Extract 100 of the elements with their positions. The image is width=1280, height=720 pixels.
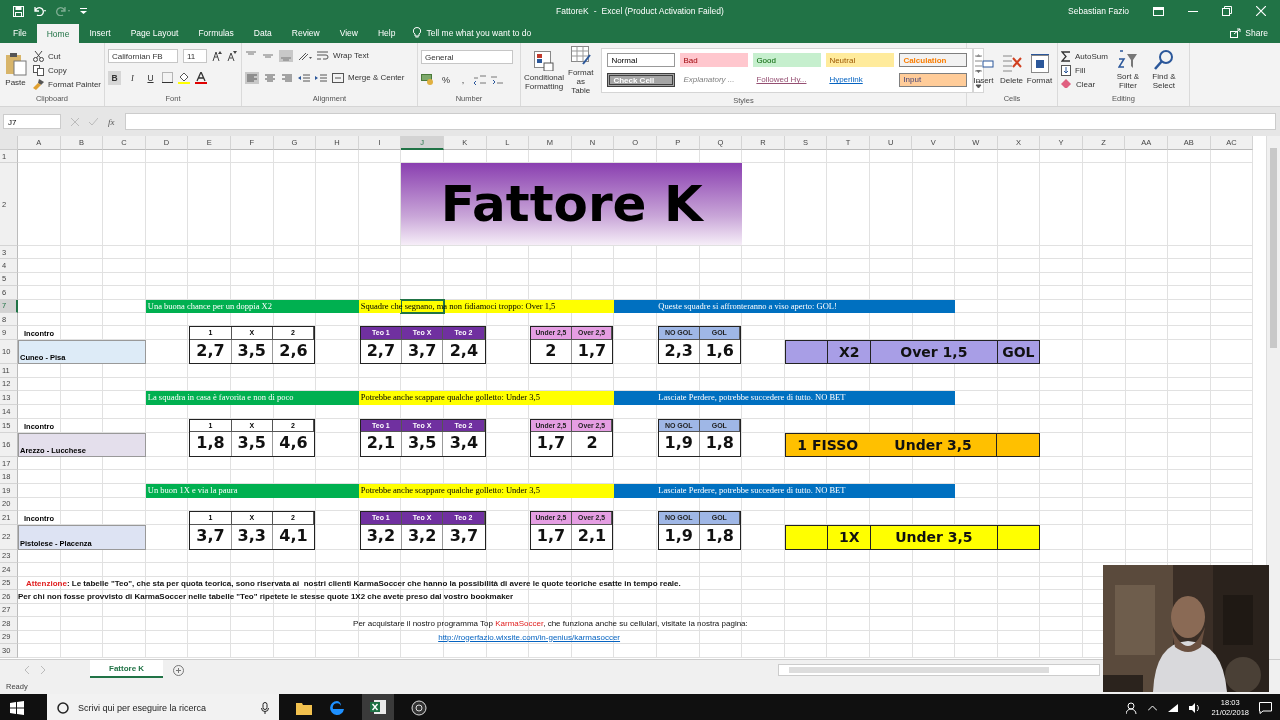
clipboard-icon: [4, 52, 27, 77]
sort-filter-button[interactable]: Sort & Filter: [1111, 49, 1144, 91]
odds-value: 4,6: [278, 432, 309, 455]
spreadsheet-app-icon[interactable]: [370, 699, 386, 715]
brush-icon: [33, 78, 45, 90]
fill-color-icon[interactable]: [178, 71, 190, 84]
format-as-table-button[interactable]: Format as Table: [568, 46, 594, 96]
recorder-icon[interactable]: [411, 700, 427, 716]
note-text: Attenzione: Le tabelle "Teo", che sta per quota teorica, sono riservata ai nostri clienti KarmaSoccer che hanno la possibilità di avere le quote teoriche esatte in tempo reale.: [25, 577, 682, 590]
horizontal-scrollbar[interactable]: [778, 664, 1100, 676]
copy-button[interactable]: Copy: [33, 64, 101, 76]
customize-icon[interactable]: [80, 7, 87, 15]
save-icon[interactable]: [13, 5, 24, 17]
format-button[interactable]: Format: [1026, 54, 1053, 86]
formula-input[interactable]: [124, 113, 1276, 130]
find-select-button[interactable]: Find & Select: [1147, 49, 1180, 91]
odds-value: 2,4: [448, 339, 480, 362]
paste-button[interactable]: Paste: [3, 52, 29, 88]
ribbon-tab[interactable]: File: [3, 22, 37, 43]
folder-icon[interactable]: [296, 701, 312, 715]
decrease-decimal-icon[interactable]: [491, 74, 503, 85]
increase-indent-icon[interactable]: [315, 72, 327, 83]
cell-style[interactable]: Followed Hy...: [753, 72, 822, 87]
insert-function-button[interactable]: fx: [108, 116, 115, 127]
name-box[interactable]: J7: [3, 114, 61, 129]
cell-style[interactable]: Input: [899, 72, 968, 87]
ribbon-tab[interactable]: Home: [36, 24, 80, 43]
user-name[interactable]: Sebastian Fazio: [1068, 6, 1129, 16]
percent-button[interactable]: %: [440, 74, 452, 85]
merge-center-button[interactable]: Merge & Center: [332, 72, 405, 83]
odds-value: 1,8: [190, 432, 232, 456]
odds-value: 1,7: [576, 339, 608, 362]
orientation-icon[interactable]: [298, 50, 312, 61]
sort-filter-icon: [1117, 49, 1138, 70]
borders-icon[interactable]: [162, 72, 173, 83]
odds-value: 3,7: [402, 339, 444, 363]
fill-button[interactable]: Fill: [1061, 65, 1108, 76]
insert-button[interactable]: Insert: [970, 54, 997, 86]
increase-decimal-icon[interactable]: [474, 74, 486, 85]
ribbon-tab[interactable]: Formulas: [188, 22, 244, 43]
verdict-cell: X2: [827, 340, 871, 363]
grow-font-icon[interactable]: [212, 50, 222, 61]
ribbon-tab[interactable]: Page Layout: [120, 22, 189, 43]
title-separator: -: [593, 6, 597, 16]
ribbon-tab[interactable]: Data: [243, 22, 282, 43]
restore-icon[interactable]: [1222, 6, 1232, 16]
italic-button[interactable]: I: [126, 70, 139, 85]
network-icon[interactable]: [1167, 703, 1180, 713]
ribbon-tab[interactable]: View: [329, 22, 368, 43]
conditional-formatting-button[interactable]: Conditional Formatting: [524, 50, 565, 91]
decrease-indent-icon[interactable]: [298, 72, 310, 83]
clear-button[interactable]: Clear: [1061, 79, 1108, 89]
odds-value: 1,7: [531, 432, 572, 456]
volume-icon[interactable]: [1189, 703, 1202, 713]
autosum-button[interactable]: AutoSum: [1061, 51, 1108, 62]
close-icon[interactable]: [1256, 6, 1266, 16]
verdict-cell-text: 1 FISSO: [796, 435, 860, 455]
browser-icon[interactable]: [329, 700, 345, 716]
sheet-tab[interactable]: Fattore K: [90, 660, 164, 678]
ribbon-tab[interactable]: Review: [281, 22, 330, 43]
wrap-text-button[interactable]: Wrap Text: [317, 50, 369, 61]
align-left-icon[interactable]: [245, 71, 259, 84]
number-format-field[interactable]: General: [421, 50, 513, 64]
ribbon-tab[interactable]: Insert: [79, 22, 121, 43]
cell-style[interactable]: Good: [753, 53, 822, 68]
cell-style[interactable]: Explanatory ...: [680, 72, 749, 87]
chevron-up-icon[interactable]: [1148, 705, 1158, 711]
underline-button[interactable]: U: [144, 70, 157, 85]
bold-button[interactable]: B: [108, 70, 121, 85]
ribbon-tab[interactable]: Help: [367, 22, 406, 43]
cell-style[interactable]: Bad: [680, 53, 749, 68]
font-name-field[interactable]: Californian FB: [108, 48, 178, 63]
odds-value: 2,7: [190, 339, 232, 363]
currency-icon[interactable]: [421, 74, 435, 85]
document-title: FattoreK: [556, 6, 589, 16]
share-button[interactable]: Share: [1245, 27, 1268, 38]
note-text: Per chi non fosse provvisto di KarmaSoccer nelle tabelle "Teo" ripetete le stesse quote 1X2 che avete preso dal vostro bookmaker: [18, 591, 515, 604]
cut-button[interactable]: Cut: [33, 50, 101, 62]
comma-button[interactable]: ,: [457, 74, 469, 85]
shrink-font-icon[interactable]: [227, 50, 237, 61]
font-size-field[interactable]: 11: [183, 48, 207, 63]
odds-value: 2,7: [360, 339, 402, 363]
cell-style[interactable]: Neutral: [826, 53, 895, 68]
notification-icon[interactable]: [1259, 702, 1272, 714]
vertical-scrollbar[interactable]: [1266, 136, 1280, 659]
ribbon-display-icon[interactable]: [1153, 6, 1164, 16]
taskbar-search-field[interactable]: Scrivi qui per eseguire la ricerca: [47, 694, 279, 720]
sheet-title: Fattore K: [401, 163, 743, 245]
tell-me-field[interactable]: Tell me what you want to do: [426, 27, 532, 38]
people-icon[interactable]: [1126, 702, 1139, 714]
undo-icon[interactable]: [32, 6, 48, 16]
add-sheet-icon[interactable]: [173, 664, 185, 676]
windows-icon[interactable]: [10, 701, 24, 715]
cell-style[interactable]: Hyperlink: [826, 72, 895, 87]
website-link[interactable]: http://rogerfazio.wixsite.com/in-genius/karmasoccer: [438, 632, 621, 642]
delete-button[interactable]: Delete: [998, 54, 1025, 86]
format-painter-button[interactable]: Format Painter: [33, 78, 101, 90]
cell-style[interactable]: Normal: [607, 53, 676, 68]
copy-icon: [33, 64, 45, 76]
font-color-icon[interactable]: [195, 71, 207, 84]
